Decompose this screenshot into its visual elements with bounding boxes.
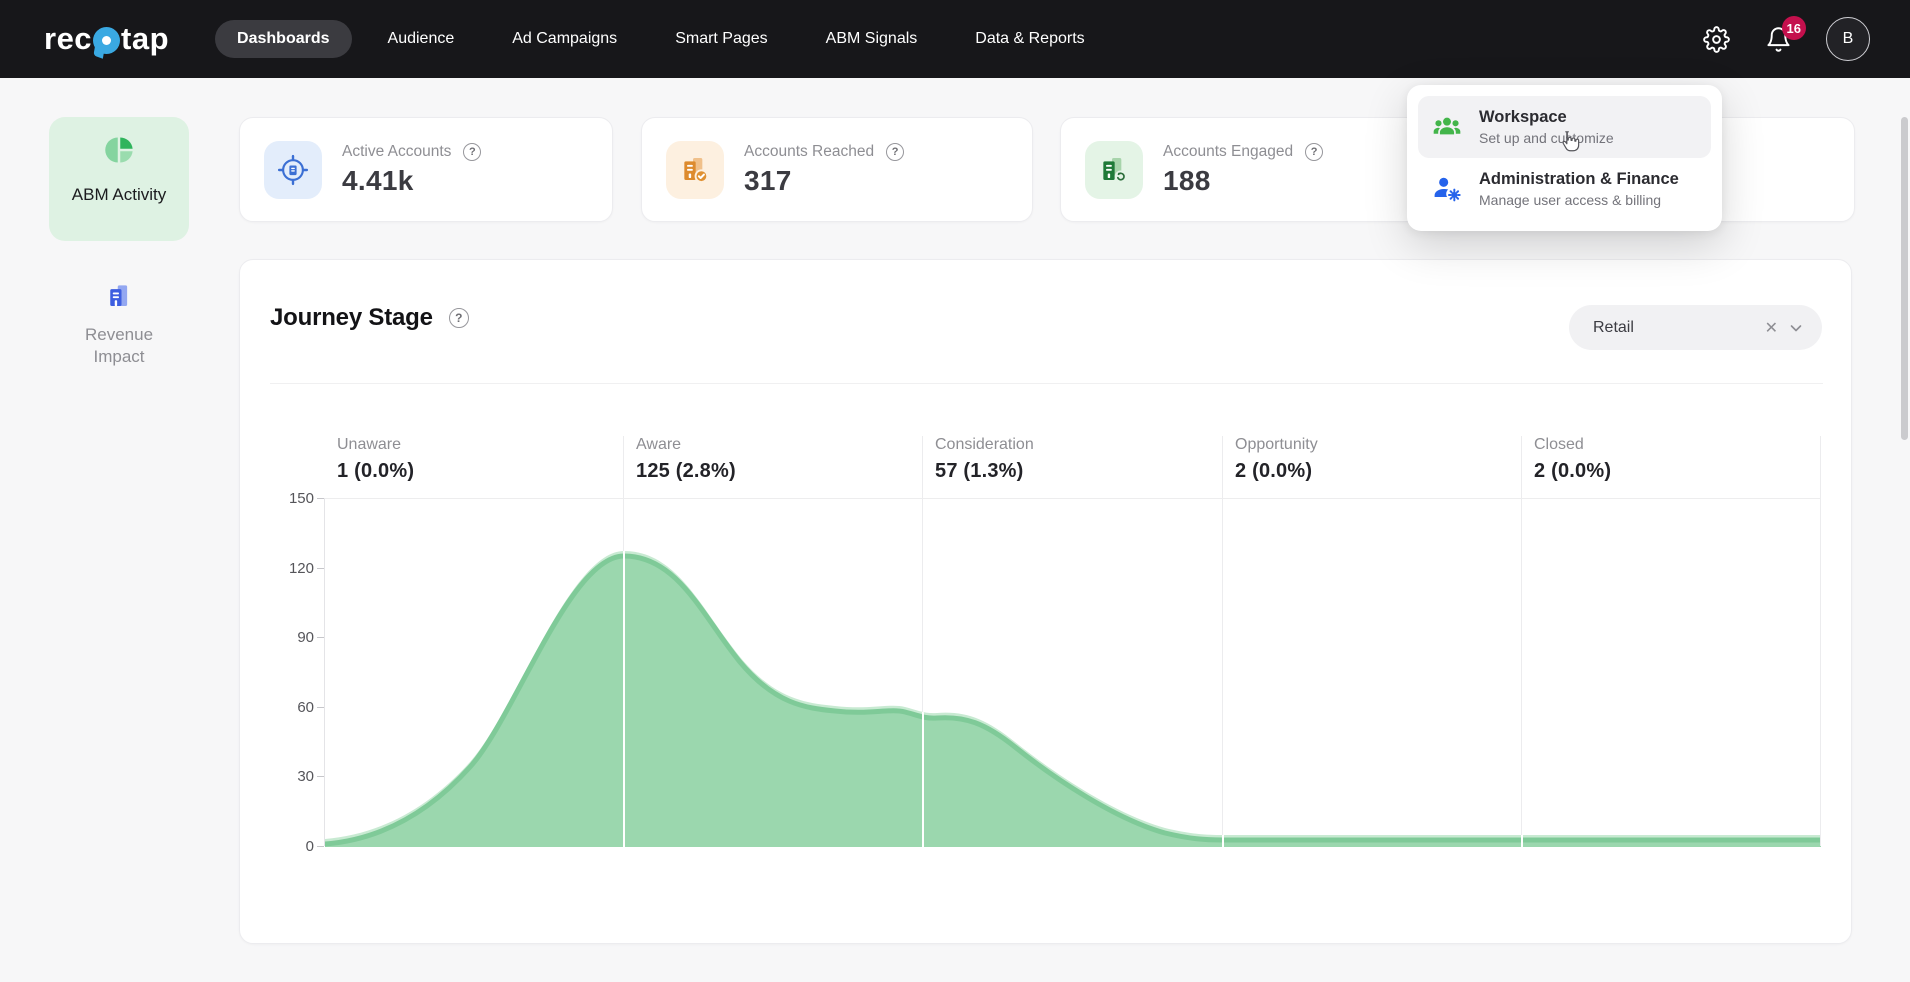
stage-label-aware: Aware 125 (2.8%) — [623, 436, 736, 483]
stat-card-accounts-reached: Accounts Reached ? 317 — [641, 117, 1033, 222]
journey-stage-chart: 150 120 90 60 30 0 Unaware 1 (0.0%) — [240, 260, 1853, 945]
y-tick-label: 30 — [274, 768, 314, 785]
target-building-icon — [264, 141, 322, 199]
vertical-scrollbar-thumb[interactable] — [1901, 117, 1908, 440]
user-avatar[interactable]: B — [1826, 17, 1870, 61]
y-tick-label: 150 — [274, 490, 314, 507]
notification-count-badge: 16 — [1782, 16, 1806, 40]
nav-ad-campaigns[interactable]: Ad Campaigns — [490, 20, 639, 58]
stage-label-closed: Closed 2 (0.0%) — [1521, 436, 1611, 483]
chart-right-edge — [1820, 436, 1821, 846]
stat-label: Active Accounts — [342, 143, 451, 161]
menu-item-title: Workspace — [1479, 108, 1614, 127]
journey-area-series — [325, 499, 1821, 847]
stage-label-consideration: Consideration 57 (1.3%) — [922, 436, 1034, 483]
settings-gear-icon[interactable] — [1702, 25, 1730, 53]
nav-abm-signals[interactable]: ABM Signals — [804, 20, 940, 58]
help-icon[interactable]: ? — [1305, 143, 1323, 161]
main-nav: Dashboards Audience Ad Campaigns Smart P… — [215, 20, 1107, 58]
help-icon[interactable]: ? — [886, 143, 904, 161]
workspace-group-icon — [1430, 111, 1464, 143]
logo-text-prefix: rec — [44, 21, 92, 57]
top-navigation-bar: rec tap Dashboards Audience Ad Campaigns… — [0, 0, 1910, 78]
sidebar-item-label: ABM Activity — [71, 184, 167, 206]
recotap-logo[interactable]: rec tap — [44, 21, 169, 57]
abm-dashboard: rec tap Dashboards Audience Ad Campaigns… — [0, 0, 1910, 982]
stat-label: Accounts Engaged — [1163, 143, 1293, 161]
admin-user-gear-icon — [1430, 173, 1464, 205]
stat-value: 4.41k — [342, 165, 481, 197]
building-icon — [104, 281, 134, 311]
journey-stage-card: Journey Stage ? Retail ✕ 150 120 90 60 3… — [239, 259, 1852, 944]
pointer-cursor-icon — [1556, 128, 1582, 159]
nav-data-reports[interactable]: Data & Reports — [953, 20, 1106, 58]
stat-card-active-accounts: Active Accounts ? 4.41k — [239, 117, 613, 222]
location-pin-icon — [93, 27, 120, 54]
notifications-bell-icon[interactable]: 16 — [1764, 25, 1792, 53]
y-tick-label: 120 — [274, 560, 314, 577]
y-tick-label: 90 — [274, 629, 314, 646]
stage-label-unaware: Unaware 1 (0.0%) — [324, 436, 414, 483]
area-plot — [324, 498, 1820, 846]
building-check-icon — [666, 141, 724, 199]
sidebar-item-label: Revenue Impact — [71, 324, 167, 368]
menu-item-subtitle: Manage user access & billing — [1479, 192, 1679, 208]
area-fill — [325, 556, 1821, 847]
menu-item-subtitle: Set up and customize — [1479, 130, 1614, 146]
y-tick-label: 0 — [274, 838, 314, 855]
sidebar-item-revenue-impact[interactable]: Revenue Impact — [49, 281, 189, 368]
nav-dashboards[interactable]: Dashboards — [215, 20, 351, 58]
nav-audience[interactable]: Audience — [366, 20, 477, 58]
stage-label-opportunity: Opportunity 2 (0.0%) — [1222, 436, 1318, 483]
menu-item-administration-finance[interactable]: Administration & Finance Manage user acc… — [1418, 158, 1711, 220]
building-refresh-icon — [1085, 141, 1143, 199]
logo-text-suffix: tap — [121, 21, 169, 57]
nav-smart-pages[interactable]: Smart Pages — [653, 20, 789, 58]
menu-item-title: Administration & Finance — [1479, 170, 1679, 189]
sidebar-item-abm-activity[interactable]: ABM Activity — [49, 117, 189, 241]
stat-card-accounts-engaged: Accounts Engaged ? 188 — [1060, 117, 1435, 222]
stat-value: 188 — [1163, 165, 1323, 197]
topbar-actions: 16 B — [1702, 0, 1870, 78]
stat-label: Accounts Reached — [744, 143, 874, 161]
pie-chart-icon — [104, 135, 134, 165]
help-icon[interactable]: ? — [463, 143, 481, 161]
stat-value: 317 — [744, 165, 904, 197]
y-tick-label: 60 — [274, 699, 314, 716]
